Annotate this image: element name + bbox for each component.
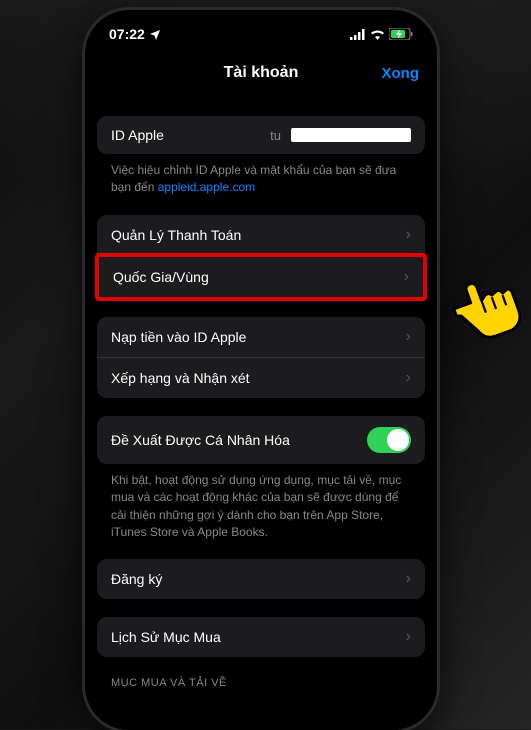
subscribe-label: Đăng ký [111,571,162,587]
phone-notch [186,10,336,34]
location-arrow-icon [149,28,161,40]
chevron-right-icon: › [404,268,409,286]
chevron-right-icon: › [406,328,411,346]
personal-rec-row[interactable]: Đề Xuất Được Cá Nhân Hóa [97,416,425,464]
country-region-label: Quốc Gia/Vùng [113,269,209,285]
purchase-history-label: Lịch Sử Mục Mua [111,629,221,645]
chevron-right-icon: › [406,369,411,387]
wifi-icon [370,29,385,40]
battery-icon [389,28,413,40]
personal-rec-toggle[interactable] [367,427,411,453]
apple-id-footer: Việc hiệu chỉnh ID Apple và mật khẩu của… [97,154,425,197]
personal-rec-label: Đề Xuất Được Cá Nhân Hóa [111,432,290,448]
ratings-label: Xếp hạng và Nhận xét [111,370,250,386]
status-time: 07:22 [109,26,145,42]
country-region-row[interactable]: Quốc Gia/Vùng › [95,253,427,301]
purchases-section-header: MỤC MUA VÀ TẢI VỀ [97,657,425,689]
add-funds-row[interactable]: Nạp tiền vào ID Apple › [97,317,425,357]
purchase-history-row[interactable]: Lịch Sử Mục Mua › [97,617,425,657]
apple-id-row[interactable]: ID Apple tu [97,116,425,154]
apple-id-value-redacted [291,128,411,142]
chevron-right-icon: › [406,226,411,244]
payment-label: Quản Lý Thanh Toán [111,227,241,243]
personal-rec-footer: Khi bật, hoạt động sử dụng ứng dụng, mục… [97,464,425,542]
page-title: Tài khoản [224,64,299,82]
apple-id-link[interactable]: appleid.apple.com [158,180,255,194]
chevron-right-icon: › [406,628,411,646]
subscribe-row[interactable]: Đăng ký › [97,559,425,599]
add-funds-label: Nạp tiền vào ID Apple [111,329,246,345]
chevron-right-icon: › [406,570,411,588]
apple-id-value-prefix: tu [270,128,281,143]
phone-frame: 07:22 Tài khoản Xong ID Apple tu Việc hi… [85,10,437,730]
ratings-row[interactable]: Xếp hạng và Nhận xét › [97,357,425,398]
apple-id-label: ID Apple [111,127,164,143]
signal-icon [350,29,366,40]
payment-row[interactable]: Quản Lý Thanh Toán › [97,215,425,255]
done-button[interactable]: Xong [382,65,420,82]
nav-bar: Tài khoản Xong [97,48,425,98]
pointer-hand-icon [441,260,531,350]
